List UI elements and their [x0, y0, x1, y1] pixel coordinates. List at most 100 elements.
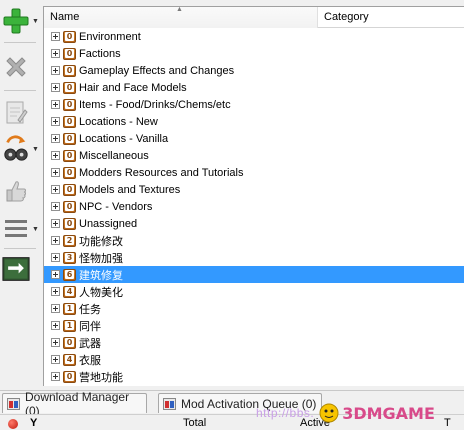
category-count-badge: 0: [63, 47, 76, 60]
divider: [4, 42, 36, 43]
category-label: NPC - Vendors: [79, 200, 153, 213]
category-row[interactable]: 6 建筑修复: [44, 266, 464, 283]
status-active-mods: Active: [300, 417, 330, 429]
category-count-badge: 1: [63, 319, 76, 332]
category-row[interactable]: 0 Items - Food/Drinks/Chems/etc: [44, 96, 464, 113]
expand-plus-icon[interactable]: [51, 355, 60, 364]
category-row[interactable]: 2 功能修改: [44, 232, 464, 249]
bottom-tab-strip: Download Manager (0) Mod Activation Queu…: [0, 390, 464, 418]
category-row[interactable]: 0 Gameplay Effects and Changes: [44, 62, 464, 79]
expand-plus-icon[interactable]: [51, 168, 60, 177]
categories-button[interactable]: ▼: [2, 214, 40, 244]
category-count-badge: 0: [63, 64, 76, 77]
expand-plus-icon[interactable]: [51, 236, 60, 245]
category-count-badge: 0: [63, 98, 76, 111]
category-label: 武器: [79, 337, 101, 350]
category-count-badge: 0: [63, 166, 76, 179]
cross-icon: [2, 53, 30, 81]
expand-plus-icon[interactable]: [51, 304, 60, 313]
category-row[interactable]: 0 Factions: [44, 45, 464, 62]
category-label: Gameplay Effects and Changes: [79, 64, 235, 77]
expand-plus-icon[interactable]: [51, 202, 60, 211]
category-row[interactable]: 4 衣服: [44, 351, 464, 368]
remove-mod-button[interactable]: [2, 52, 40, 82]
activation-queue-icon: [163, 397, 176, 410]
category-row[interactable]: 0 武器: [44, 334, 464, 351]
category-count-badge: 2: [63, 234, 76, 247]
category-count-badge: 4: [63, 353, 76, 366]
list-icon: [2, 215, 30, 243]
add-mod-button[interactable]: ▼: [2, 6, 40, 36]
status-extra: T: [444, 417, 451, 429]
status-error-icon: [8, 419, 18, 429]
category-label: Miscellaneous: [79, 149, 149, 162]
divider: [4, 248, 36, 249]
category-label: Unassigned: [79, 217, 138, 230]
mod-category-list[interactable]: ▲ Name Category 0 Environment 0 Factions 0 Ga…: [43, 6, 464, 386]
gears-icon: [2, 135, 30, 163]
column-header-name[interactable]: ▲ Name: [44, 7, 318, 28]
expand-plus-icon[interactable]: [51, 270, 60, 279]
expand-plus-icon[interactable]: [51, 32, 60, 41]
switch-view-button[interactable]: [2, 254, 40, 284]
expand-plus-icon[interactable]: [51, 253, 60, 262]
expand-plus-icon[interactable]: [51, 49, 60, 58]
column-header-category[interactable]: Category: [318, 7, 464, 28]
category-row[interactable]: 0 Unassigned: [44, 215, 464, 232]
expand-plus-icon[interactable]: [51, 372, 60, 381]
chevron-down-icon[interactable]: ▼: [32, 18, 39, 25]
category-count-badge: 3: [63, 251, 76, 264]
plus-icon: [2, 7, 30, 35]
activate-mod-button[interactable]: ▼: [2, 134, 40, 164]
expand-plus-icon[interactable]: [51, 287, 60, 296]
expand-plus-icon[interactable]: [51, 66, 60, 75]
tab-download-manager[interactable]: Download Manager (0): [2, 390, 147, 418]
expand-plus-icon[interactable]: [51, 219, 60, 228]
category-label: 功能修改: [79, 235, 123, 248]
sort-ascending-icon: ▲: [176, 6, 183, 13]
chevron-down-icon[interactable]: ▼: [32, 226, 39, 233]
notepad-icon: [2, 99, 30, 127]
category-row[interactable]: 1 同伴: [44, 317, 464, 334]
status-total-mods: Total: [183, 417, 207, 429]
category-row[interactable]: 0 Miscellaneous: [44, 147, 464, 164]
chevron-down-icon[interactable]: ▼: [32, 146, 39, 153]
category-count-badge: 0: [63, 370, 76, 383]
expand-plus-icon[interactable]: [51, 338, 60, 347]
expand-plus-icon[interactable]: [51, 83, 60, 92]
category-row[interactable]: 0 Environment: [44, 28, 464, 45]
category-label: Environment: [79, 30, 141, 43]
monitor-arrows-icon: [2, 255, 30, 283]
category-row[interactable]: 0 Locations - Vanilla: [44, 130, 464, 147]
endorse-mod-button[interactable]: [2, 176, 40, 206]
category-label: 任务: [79, 303, 101, 316]
category-row[interactable]: 0 Models and Textures: [44, 181, 464, 198]
expand-plus-icon[interactable]: [51, 185, 60, 194]
expand-plus-icon[interactable]: [51, 151, 60, 160]
category-row[interactable]: 0 Locations - New: [44, 113, 464, 130]
expand-plus-icon[interactable]: [51, 100, 60, 109]
edit-mod-button[interactable]: [2, 98, 40, 128]
category-row[interactable]: 1 任务: [44, 300, 464, 317]
category-row[interactable]: 4 人物美化: [44, 283, 464, 300]
category-row[interactable]: 0 Hair and Face Models: [44, 79, 464, 96]
category-count-badge: 4: [63, 285, 76, 298]
category-row[interactable]: 3 怪物加强: [44, 249, 464, 266]
category-label: Factions: [79, 47, 121, 60]
category-count-badge: 0: [63, 217, 76, 230]
expand-plus-icon[interactable]: [51, 134, 60, 143]
category-label: Locations - New: [79, 115, 158, 128]
category-label: Items - Food/Drinks/Chems/etc: [79, 98, 231, 111]
tab-mod-activation-queue[interactable]: Mod Activation Queue (0): [158, 393, 322, 413]
category-count-badge: 0: [63, 336, 76, 349]
category-row[interactable]: 0 NPC - Vendors: [44, 198, 464, 215]
list-header: ▲ Name Category: [44, 7, 464, 28]
category-label: 人物美化: [79, 286, 123, 299]
toolbar: ▼ ▼ ▼: [0, 0, 42, 390]
expand-plus-icon[interactable]: [51, 117, 60, 126]
category-row[interactable]: 0 Modders Resources and Tutorials: [44, 164, 464, 181]
category-row[interactable]: 0 营地功能: [44, 368, 464, 385]
expand-plus-icon[interactable]: [51, 321, 60, 330]
status-login: Y: [30, 417, 38, 429]
category-count-badge: 0: [63, 200, 76, 213]
